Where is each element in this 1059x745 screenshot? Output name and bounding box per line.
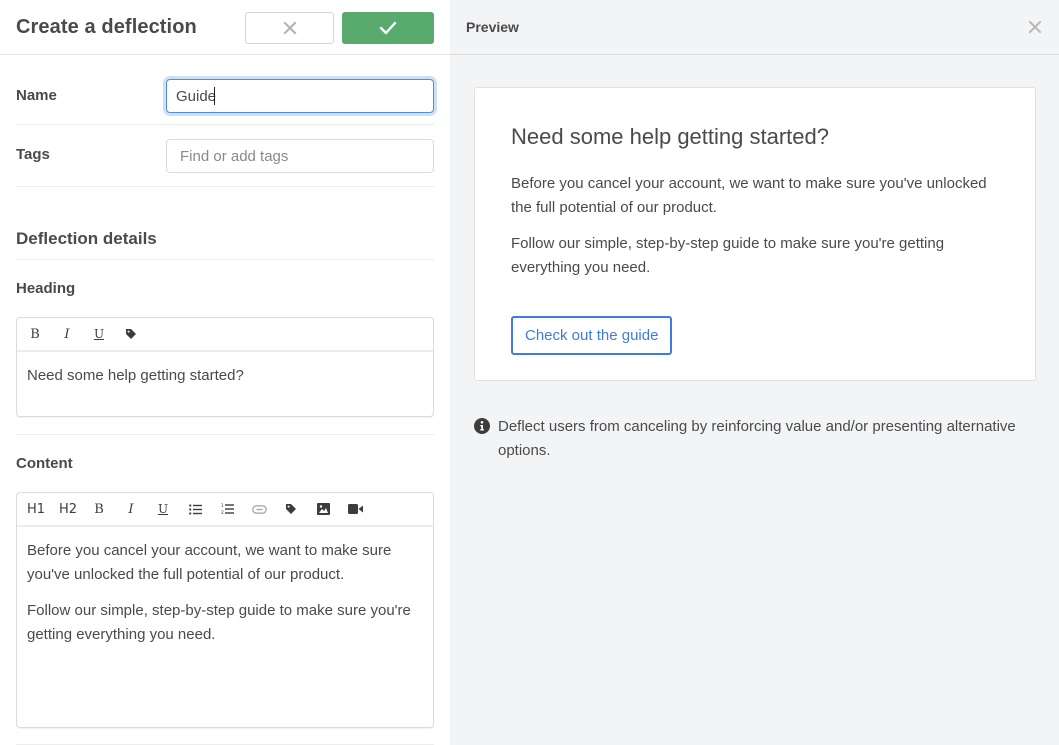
heading-editor-content[interactable]: Need some help getting started? [17,352,433,400]
cta-button[interactable]: Check out the guide [511,316,673,355]
preview-paragraph: Follow our simple, step-by-step guide to… [511,235,945,276]
page-title: Create a deflection [16,15,197,38]
svg-text:2: 2 [221,510,224,515]
h2-button[interactable]: H2 [59,499,77,519]
close-icon [282,21,297,35]
numbered-list-icon: 1 2 [221,503,234,515]
preview-header: Preview [450,0,1059,55]
content-toolbar: H1 H2 B I U 1 2 [17,493,433,527]
name-label: Name [16,87,57,104]
close-preview-button[interactable] [1027,19,1043,35]
heading-toolbar: B I U [17,318,433,352]
save-button[interactable] [342,12,434,44]
info-text: Deflect users from canceling by reinforc… [498,418,1016,459]
heading-divider [16,434,434,435]
h1-button[interactable]: H1 [27,499,45,519]
close-icon [1028,20,1042,34]
cancel-button[interactable] [245,12,334,44]
content-label: Content [16,455,73,472]
info-icon [474,418,490,434]
bullet-list-button[interactable] [187,499,203,519]
bold-button[interactable]: B [91,499,107,519]
info-note: Deflect users from canceling by reinforc… [474,415,1044,463]
tag-icon [126,329,136,339]
heading-editor: B I U Need some help getting started? [16,317,434,417]
content-paragraph: Follow our simple, step-by-step guide to… [27,602,411,643]
image-button[interactable] [315,499,331,519]
svg-text:1: 1 [221,503,224,509]
tag-icon [286,504,296,514]
heading-text: Need some help getting started? [27,367,244,384]
video-button[interactable] [347,499,363,519]
underline-button[interactable]: U [91,324,107,344]
image-icon [316,503,330,515]
section-title: Deflection details [16,229,157,248]
preview-paragraph: Before you cancel your account, we want … [511,175,987,216]
preview-title: Preview [466,19,519,35]
section-divider [16,259,434,260]
tag-button[interactable] [123,324,139,344]
bullet-list-icon [188,503,202,515]
italic-button[interactable]: I [123,499,139,519]
link-icon [251,504,267,514]
tag-button[interactable] [283,499,299,519]
tags-input[interactable] [166,139,434,173]
check-icon [379,21,397,35]
tags-label: Tags [16,146,50,163]
preview-body: Before you cancel your account, we want … [511,172,999,280]
text-caret [214,87,215,105]
bold-button[interactable]: B [27,324,43,344]
content-editor-content[interactable]: Before you cancel your account, we want … [17,527,433,671]
italic-button[interactable]: I [59,324,75,344]
preview-panel: Preview Need some help getting started? … [450,0,1059,745]
form-panel: Create a deflection Name Tags Deflection… [0,0,450,745]
content-editor: H1 H2 B I U 1 2 Before you cancel your a… [16,492,434,728]
preview-heading: Need some help getting started? [511,124,829,149]
underline-button[interactable]: U [155,499,171,519]
name-input[interactable] [166,79,434,113]
form-header: Create a deflection [0,0,450,55]
video-icon [347,504,363,514]
deflection-editor: Create a deflection Name Tags Deflection… [0,0,1059,745]
numbered-list-button[interactable]: 1 2 [219,499,235,519]
heading-label: Heading [16,280,76,297]
preview-card: Need some help getting started? Before y… [474,87,1036,381]
link-button[interactable] [251,499,267,519]
content-paragraph: Before you cancel your account, we want … [27,542,392,583]
